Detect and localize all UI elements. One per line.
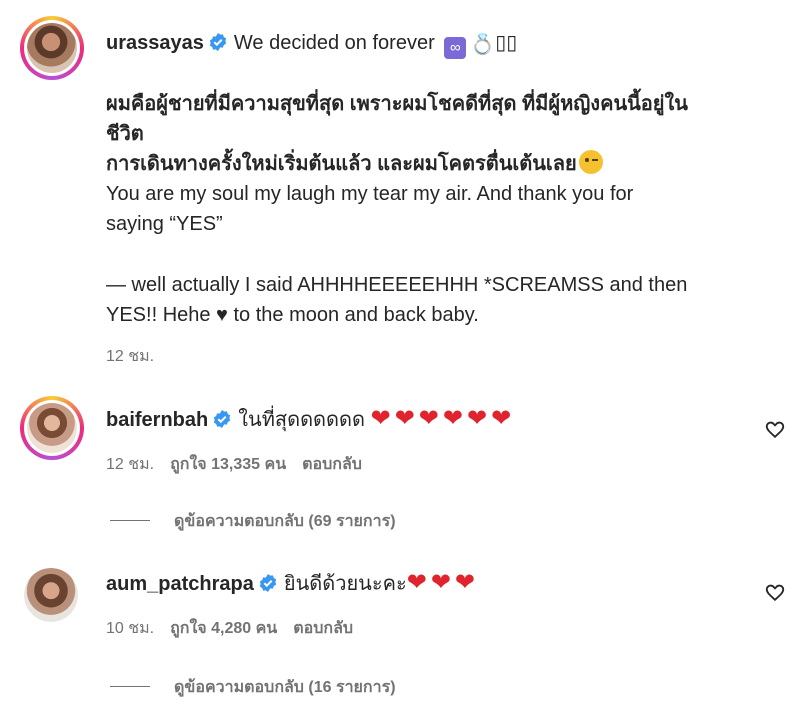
comment-likes[interactable]: ถูกใจ 13,335 คน bbox=[170, 456, 286, 473]
caption-line-3-text: การเดินทางครั้งใหม่เริ่มต้นแล้ว และผมโคต… bbox=[106, 153, 577, 175]
reply-button[interactable]: ตอบกลับ bbox=[302, 456, 362, 473]
comment-body: aum_patchrapa ยินดีด้วยนะคะ❤❤❤ bbox=[106, 568, 479, 599]
commenter-username[interactable]: aum_patchrapa bbox=[106, 573, 254, 595]
missing-glyphs: ▯▯ bbox=[495, 32, 518, 54]
comment-time[interactable]: 10 ชม. bbox=[106, 620, 154, 637]
like-heart-icon[interactable] bbox=[764, 581, 786, 603]
view-replies-button[interactable]: ดูข้อความตอบกลับ (16 รายการ) bbox=[110, 675, 396, 700]
commenter-username[interactable]: baifernbah bbox=[106, 409, 208, 431]
comment-meta: 12 ชม. ถูกใจ 13,335 คน ตอบกลับ bbox=[106, 452, 378, 477]
comment-body: baifernbah ในที่สุดดดดดด ❤❤❤❤❤❤ bbox=[106, 404, 515, 435]
caption-time[interactable]: 12 ชม. bbox=[106, 344, 154, 369]
caption-line-5: saying “YES” bbox=[106, 213, 223, 235]
caption-line-6: — well actually I said AHHHHEEEEEHHH *SC… bbox=[106, 274, 688, 296]
poster-avatar[interactable] bbox=[20, 16, 84, 80]
poster-username[interactable]: urassayas bbox=[106, 32, 204, 54]
verified-icon bbox=[214, 410, 231, 428]
commenter-avatar[interactable] bbox=[24, 568, 78, 622]
comment-time[interactable]: 12 ชม. bbox=[106, 456, 154, 473]
caption-header: urassayas We decided on forever ∞ 💍▯▯ bbox=[106, 28, 517, 60]
infinity-emoji-icon: ∞ bbox=[444, 37, 467, 59]
view-replies-button[interactable]: ดูข้อความตอบกลับ (69 รายการ) bbox=[110, 509, 396, 534]
heart-emojis: ❤❤❤❤❤❤ bbox=[370, 405, 516, 432]
ring-emoji-icon: 💍 bbox=[470, 34, 496, 56]
divider-line bbox=[110, 520, 150, 521]
caption-line-3: การเดินทางครั้งใหม่เริ่มต้นแล้ว และผมโคต… bbox=[106, 149, 603, 179]
comment-text: ยินดีด้วยนะคะ bbox=[283, 573, 407, 595]
caption-line-2: ชีวิต bbox=[106, 123, 144, 145]
caption-line-4: You are my soul my laugh my tear my air.… bbox=[106, 183, 634, 205]
heart-emojis: ❤❤❤ bbox=[406, 569, 480, 596]
verified-icon bbox=[209, 33, 226, 51]
comment-meta: 10 ชม. ถูกใจ 4,280 คน ตอบกลับ bbox=[106, 616, 369, 641]
wink-emoji-icon bbox=[578, 150, 603, 174]
reply-button[interactable]: ตอบกลับ bbox=[293, 620, 353, 637]
commenter-avatar[interactable] bbox=[20, 396, 84, 460]
caption-line-7: YES!! Hehe ♥ to the moon and back baby. bbox=[106, 304, 479, 326]
caption-line-1: ผมคือผู้ชายที่มีความสุขที่สุด เพราะผมโชค… bbox=[106, 93, 688, 115]
comment-likes[interactable]: ถูกใจ 4,280 คน bbox=[170, 620, 277, 637]
caption-title: We decided on forever bbox=[233, 32, 435, 54]
like-heart-icon[interactable] bbox=[764, 418, 786, 440]
divider-line bbox=[110, 686, 150, 687]
comment-text: ในที่สุดดดดดด bbox=[238, 409, 366, 431]
verified-icon bbox=[259, 574, 276, 592]
view-replies-label[interactable]: ดูข้อความตอบกลับ (16 รายการ) bbox=[174, 679, 396, 696]
view-replies-label[interactable]: ดูข้อความตอบกลับ (69 รายการ) bbox=[174, 513, 396, 530]
